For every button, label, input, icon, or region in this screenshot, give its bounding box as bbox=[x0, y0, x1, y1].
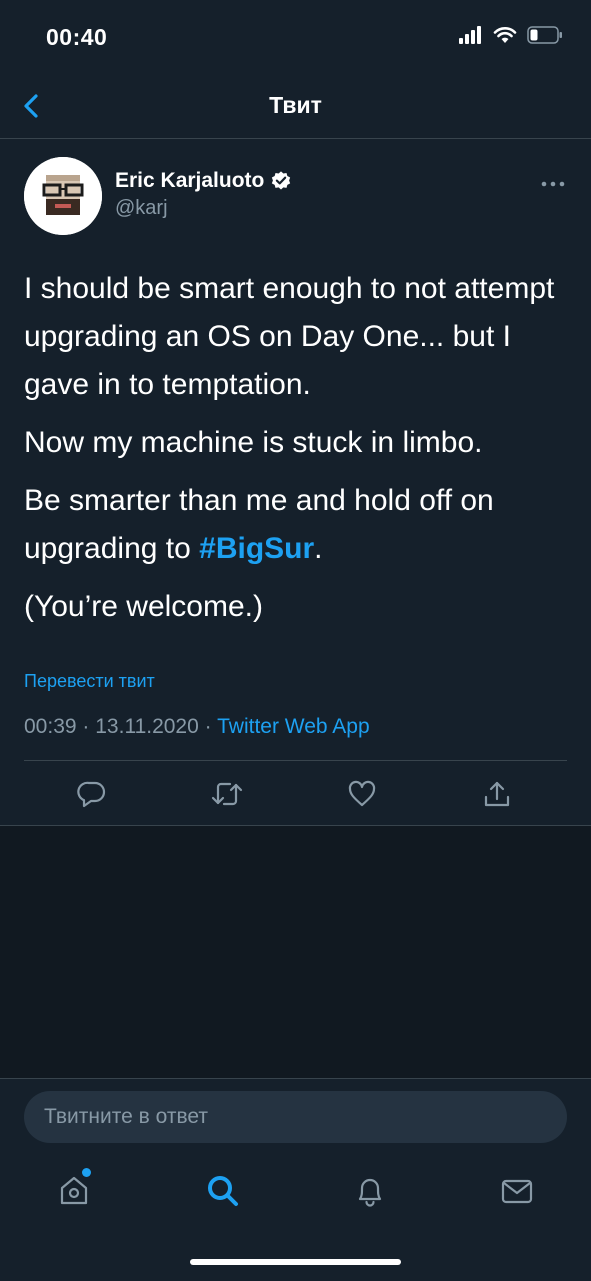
reply-input[interactable]: Твитните в ответ bbox=[24, 1091, 567, 1143]
divider bbox=[24, 760, 567, 761]
meta-separator: · bbox=[82, 715, 90, 738]
verified-badge-icon bbox=[272, 171, 291, 190]
battery-icon bbox=[527, 26, 562, 44]
avatar-image bbox=[24, 157, 102, 235]
author-handle[interactable]: @karj bbox=[115, 197, 292, 220]
status-icons bbox=[459, 26, 563, 44]
home-indicator[interactable] bbox=[190, 1259, 401, 1265]
tweet-time: 00:39 bbox=[24, 715, 77, 738]
empty-replies-area bbox=[0, 826, 591, 1078]
top-nav-bar: Твит bbox=[0, 76, 591, 139]
tweet-date: 13.11.2020 bbox=[95, 715, 199, 738]
cellular-signal-icon bbox=[459, 26, 481, 44]
reply-button[interactable] bbox=[74, 776, 110, 812]
retweet-icon bbox=[211, 782, 243, 806]
like-button[interactable] bbox=[344, 776, 380, 812]
home-icon bbox=[60, 1176, 88, 1205]
tweet-detail: Eric Karjaluoto @karj I should be smart … bbox=[0, 139, 591, 826]
bell-icon bbox=[358, 1178, 382, 1207]
source-app-link[interactable]: Twitter Web App bbox=[217, 715, 370, 738]
retweet-button[interactable] bbox=[209, 776, 245, 812]
status-bar: 00:40 bbox=[0, 0, 591, 76]
share-button[interactable] bbox=[479, 776, 515, 812]
tweet-author[interactable]: Eric Karjaluoto @karj bbox=[115, 169, 292, 220]
search-icon bbox=[208, 1176, 238, 1206]
tweet-text-segment: . bbox=[314, 532, 323, 565]
tweet-meta: 00:39 · 13.11.2020 · Twitter Web App bbox=[24, 715, 370, 739]
tweet-actions bbox=[0, 776, 591, 812]
bottom-bar: Твитните в ответ bbox=[0, 1078, 591, 1281]
heart-icon bbox=[348, 780, 376, 807]
tab-messages[interactable] bbox=[497, 1171, 537, 1211]
notification-dot bbox=[82, 1168, 91, 1177]
translate-tweet-link[interactable]: Перевести твит bbox=[24, 671, 155, 692]
tweet-paragraph: I should be smart enough to not attempt … bbox=[24, 272, 555, 401]
tweet-paragraph: Now my machine is stuck in limbo. bbox=[24, 426, 483, 459]
wifi-icon bbox=[493, 27, 517, 43]
more-horizontal-icon bbox=[541, 181, 565, 187]
tab-home[interactable] bbox=[54, 1171, 94, 1211]
tweet-paragraph: (You’re welcome.) bbox=[24, 590, 263, 623]
tweet-text: I should be smart enough to not attempt … bbox=[24, 265, 569, 641]
hashtag-link[interactable]: #BigSur bbox=[199, 532, 314, 565]
meta-separator: · bbox=[204, 715, 212, 738]
page-title: Твит bbox=[269, 92, 322, 118]
comment-icon bbox=[77, 781, 106, 808]
mail-icon bbox=[501, 1179, 533, 1204]
tab-notifications[interactable] bbox=[350, 1171, 390, 1211]
author-name[interactable]: Eric Karjaluoto bbox=[115, 169, 264, 193]
more-options-button[interactable] bbox=[541, 175, 565, 193]
share-icon bbox=[484, 781, 510, 807]
avatar[interactable] bbox=[24, 157, 102, 235]
status-time: 00:40 bbox=[46, 24, 108, 50]
tab-search[interactable] bbox=[203, 1171, 243, 1211]
tweet-paragraph: Be smarter than me and hold off on upgra… bbox=[24, 477, 569, 573]
